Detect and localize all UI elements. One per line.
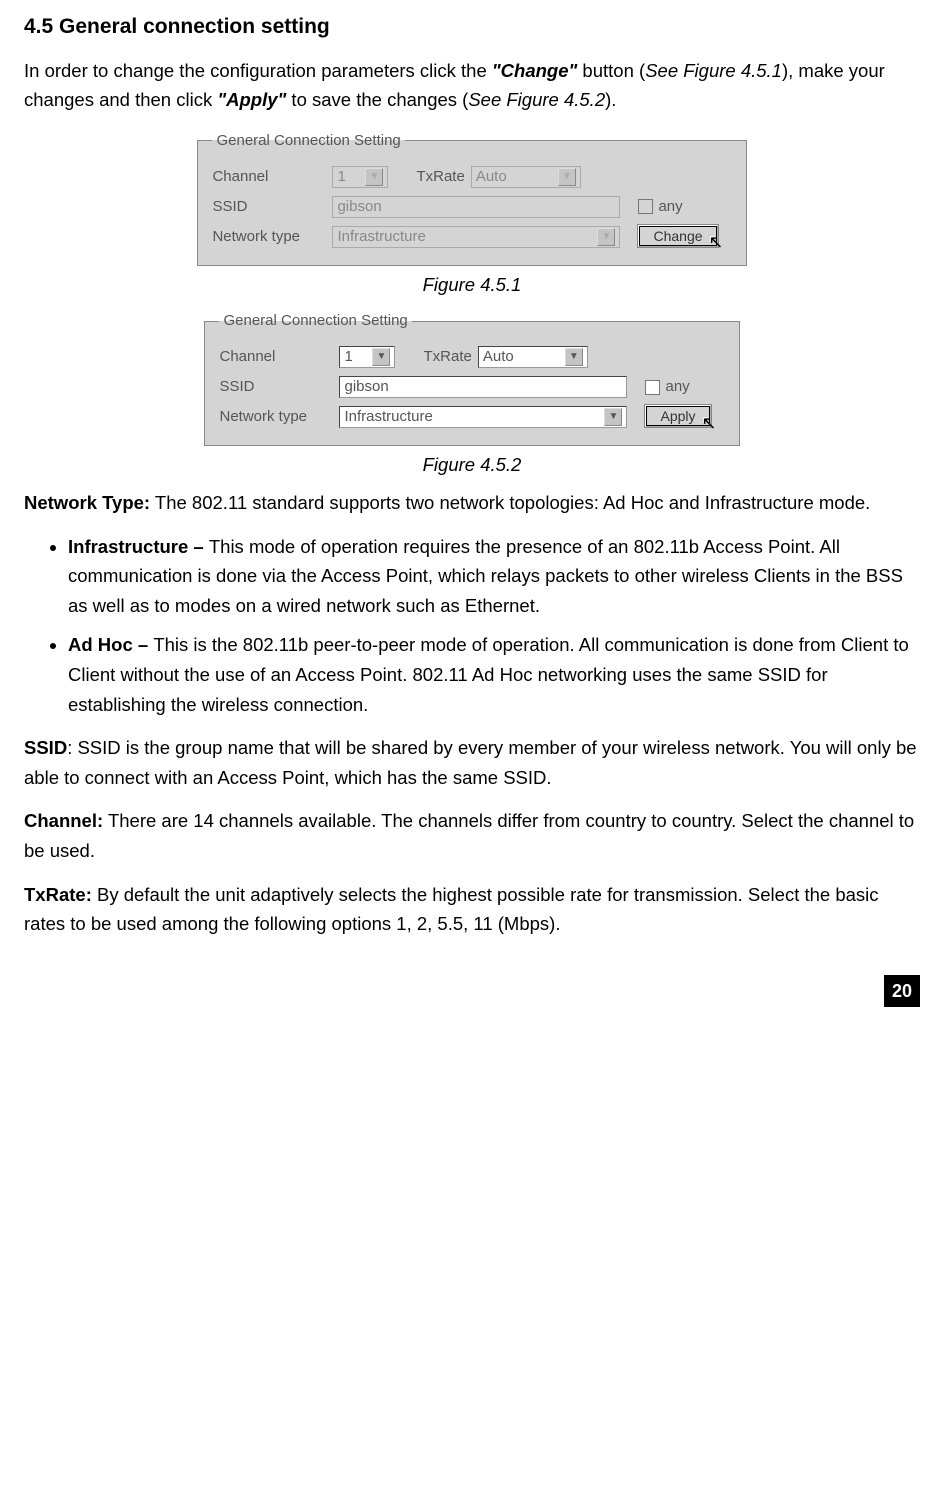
figure-caption-451: Figure 4.5.1 (24, 270, 920, 300)
ssid-head: SSID (24, 737, 67, 758)
any-checkbox (638, 199, 653, 214)
channel-label: Channel (212, 165, 332, 189)
ssid-paragraph: SSID: SSID is the group name that will b… (24, 733, 920, 792)
infrastructure-head: Infrastructure – (68, 536, 209, 557)
dialog-legend: General Connection Setting (219, 309, 411, 333)
list-item: Ad Hoc – This is the 802.11b peer-to-pee… (68, 630, 920, 719)
txrate-label: TxRate (416, 165, 464, 189)
txrate-paragraph: TxRate: By default the unit adaptively s… (24, 880, 920, 939)
ssid-label: SSID (219, 375, 339, 399)
network-type-label: Network type (212, 225, 332, 249)
dialog-legend: General Connection Setting (212, 129, 404, 153)
network-type-value: Infrastructure (344, 406, 432, 428)
channel-head: Channel: (24, 810, 103, 831)
dialog-fig-452: General Connection Setting Channel 1 ▼ T… (204, 309, 739, 446)
intro-seefig2: See Figure 4.5.2 (468, 89, 605, 110)
ssid-value: gibson (344, 376, 388, 398)
ssid-text: : SSID is the group name that will be sh… (24, 737, 917, 788)
network-type-paragraph: Network Type: The 802.11 standard suppor… (24, 488, 920, 518)
channel-value: 1 (344, 346, 352, 368)
chevron-down-icon[interactable]: ▼ (604, 408, 622, 426)
any-checkbox[interactable] (645, 380, 660, 395)
network-type-value: Infrastructure (337, 226, 425, 248)
channel-select: 1 ▼ (332, 166, 388, 188)
chevron-down-icon: ▼ (597, 228, 615, 246)
any-label: any (665, 375, 689, 399)
txrate-value: Auto (483, 346, 514, 368)
intro-seefig1: See Figure 4.5.1 (645, 60, 782, 81)
txrate-value: Auto (476, 166, 507, 188)
adhoc-text: This is the 802.11b peer-to-peer mode of… (68, 634, 909, 714)
dialog-fig-451: General Connection Setting Channel 1 ▼ T… (197, 129, 746, 266)
section-heading: 4.5 General connection setting (24, 10, 920, 44)
ssid-value: gibson (337, 196, 381, 218)
ssid-label: SSID (212, 195, 332, 219)
any-label: any (658, 195, 682, 219)
network-type-select: Infrastructure ▼ (332, 226, 620, 248)
txrate-text: By default the unit adaptively selects t… (24, 884, 879, 935)
intro-text-2: button ( (577, 60, 645, 81)
network-type-label: Network type (219, 405, 339, 429)
figure-caption-452: Figure 4.5.2 (24, 450, 920, 480)
list-item: Infrastructure – This mode of operation … (68, 532, 920, 621)
network-type-select[interactable]: Infrastructure ▼ (339, 406, 627, 428)
txrate-select: Auto ▼ (471, 166, 581, 188)
intro-text-5: ). (605, 89, 616, 110)
txrate-label: TxRate (423, 345, 471, 369)
network-type-list: Infrastructure – This mode of operation … (24, 532, 920, 720)
intro-text-4: to save the changes ( (286, 89, 468, 110)
intro-change-word: "Change" (492, 60, 577, 81)
channel-select[interactable]: 1 ▼ (339, 346, 395, 368)
ssid-input: gibson (332, 196, 620, 218)
channel-label: Channel (219, 345, 339, 369)
network-type-head: Network Type: (24, 492, 150, 513)
network-type-text: The 802.11 standard supports two network… (150, 492, 870, 513)
txrate-select[interactable]: Auto ▼ (478, 346, 588, 368)
intro-apply-word: "Apply" (217, 89, 286, 110)
channel-value: 1 (337, 166, 345, 188)
channel-paragraph: Channel: There are 14 channels available… (24, 806, 920, 865)
change-button[interactable]: Change (638, 225, 717, 247)
intro-paragraph: In order to change the configuration par… (24, 56, 920, 115)
chevron-down-icon[interactable]: ▼ (565, 348, 583, 366)
chevron-down-icon: ▼ (558, 168, 576, 186)
chevron-down-icon: ▼ (365, 168, 383, 186)
chevron-down-icon[interactable]: ▼ (372, 348, 390, 366)
adhoc-head: Ad Hoc – (68, 634, 153, 655)
channel-text: There are 14 channels available. The cha… (24, 810, 914, 861)
intro-text-1: In order to change the configuration par… (24, 60, 492, 81)
apply-button[interactable]: Apply (645, 405, 710, 427)
ssid-input[interactable]: gibson (339, 376, 627, 398)
page-number: 20 (884, 975, 920, 1008)
txrate-head: TxRate: (24, 884, 92, 905)
